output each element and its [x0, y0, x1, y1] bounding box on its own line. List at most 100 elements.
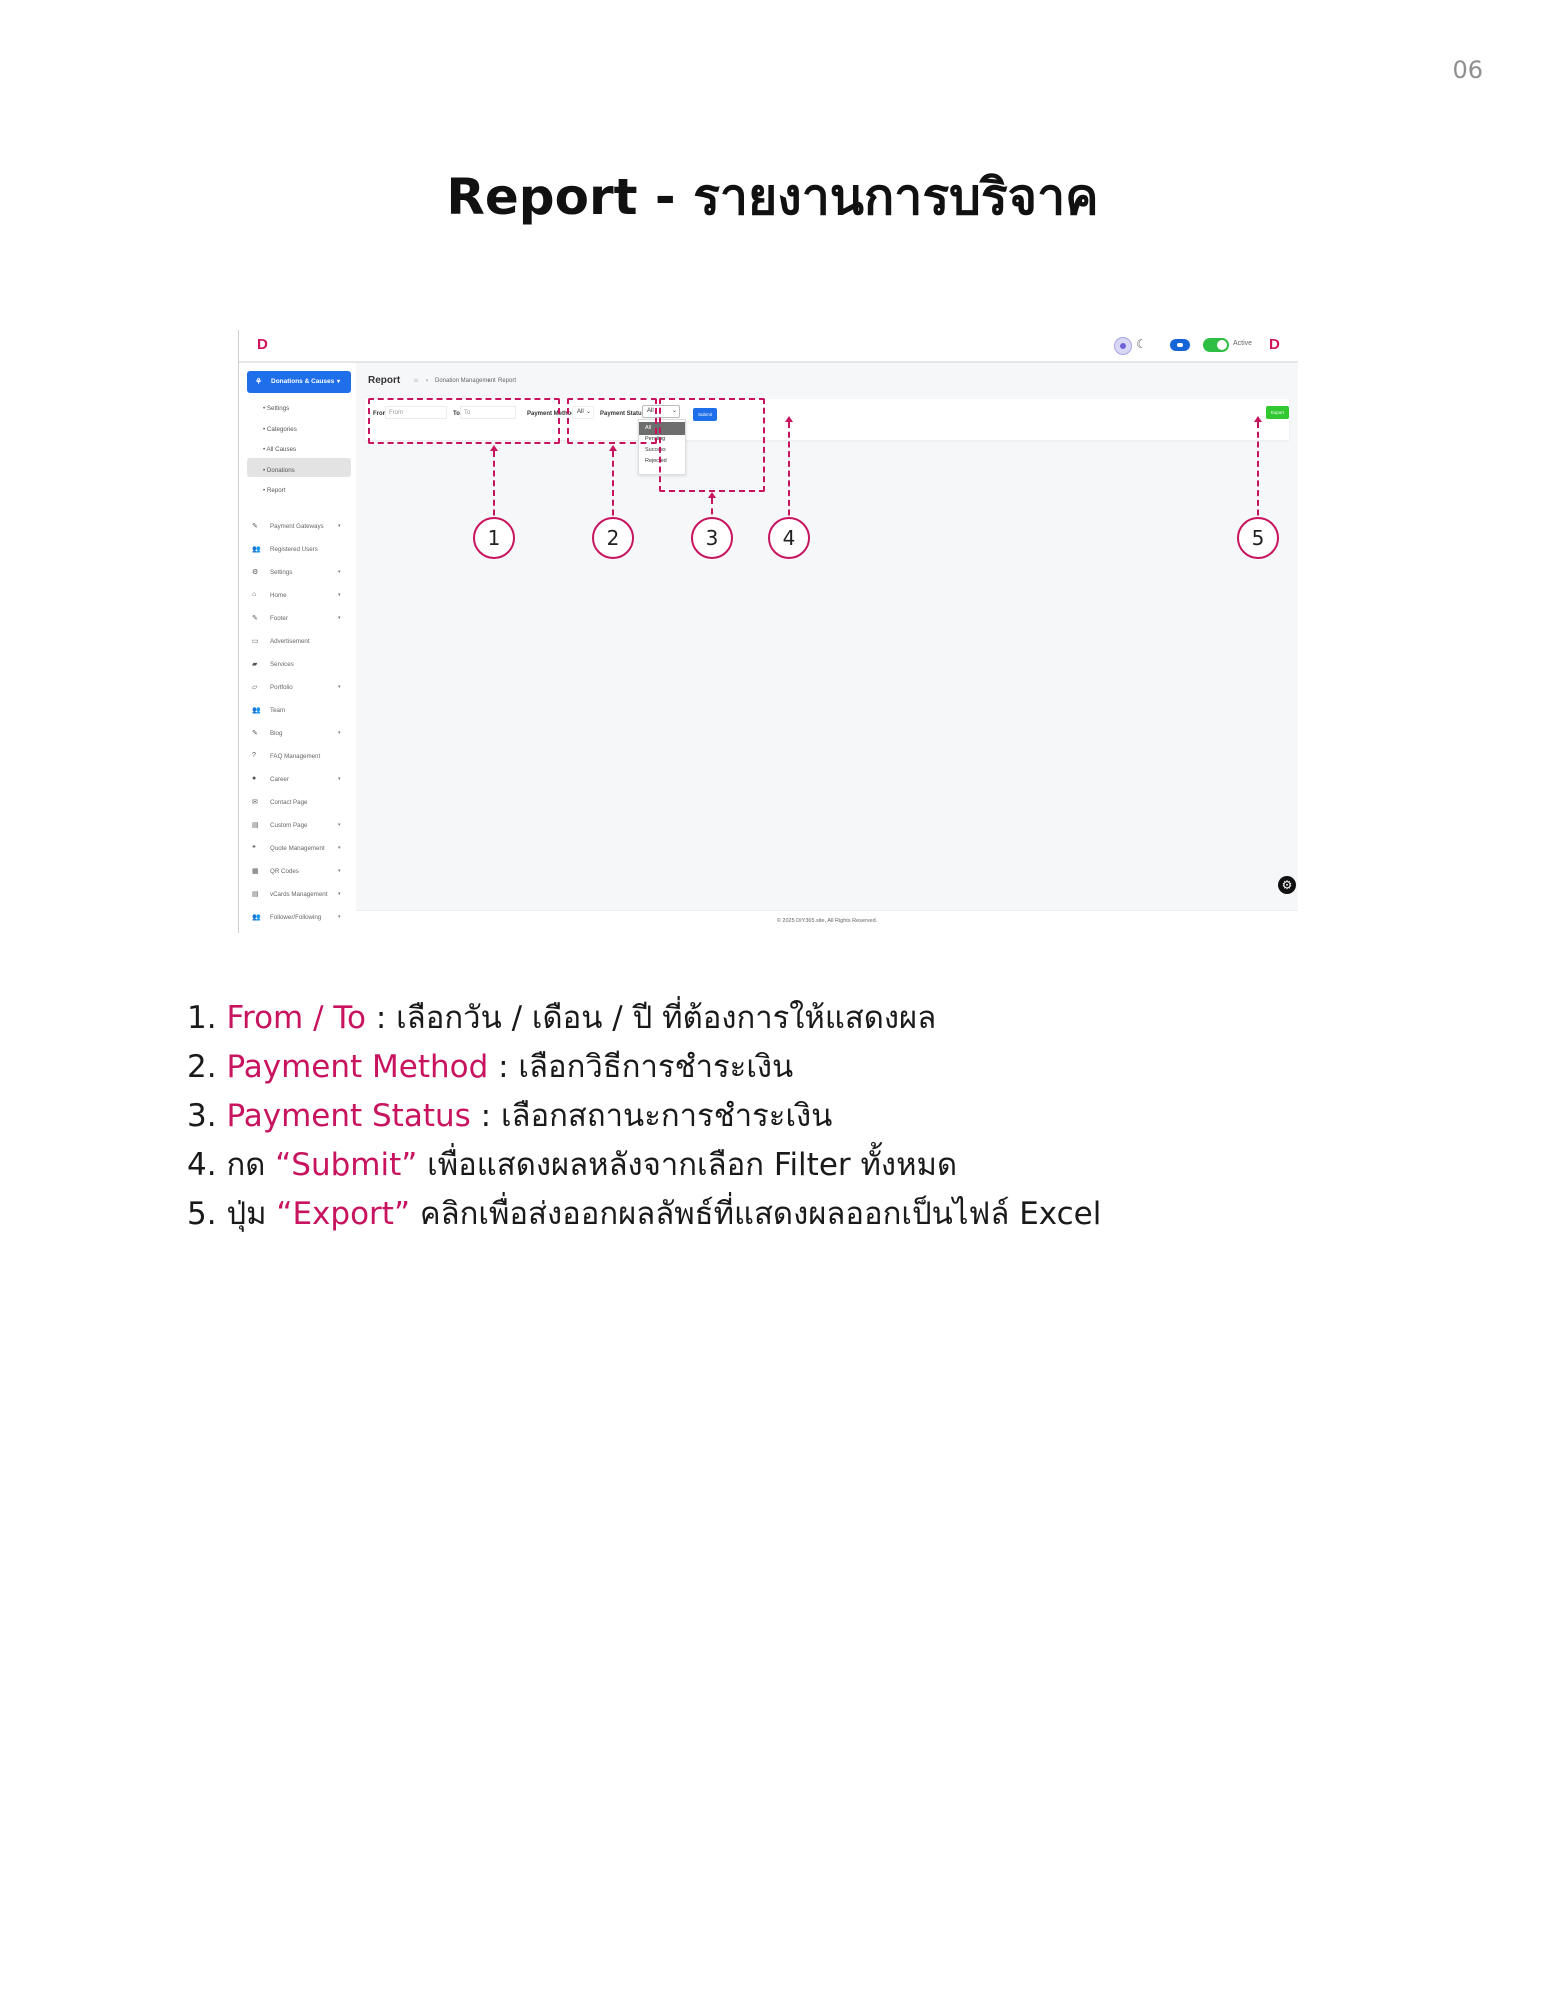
highlight-box-payment-status [659, 398, 765, 492]
chevron-down-icon: ▾ [338, 523, 341, 529]
chevron-down-icon: ▾ [337, 379, 341, 385]
chevron-down-icon: ▾ [338, 684, 341, 690]
instruction-keyword: Payment Status [226, 1098, 471, 1134]
submenu-item-all-causes[interactable]: • All Causes [263, 446, 296, 453]
sidebar-item-label: Settings [270, 569, 293, 576]
instruction-text: : เลือกวิธีการชำระเงิน [488, 1049, 794, 1085]
settings-gear-icon[interactable]: ⚙ [1278, 876, 1296, 894]
theme-color-icon[interactable] [1114, 337, 1132, 355]
sidebar-item-label: Registered Users [270, 546, 318, 553]
callout-number-3: 3 [691, 517, 733, 559]
view-site-icon[interactable] [1170, 339, 1190, 351]
copyright-text: © 2025 DIY365.site, All Rights Reserved. [776, 918, 878, 924]
sidebar-item-label: Team [270, 707, 286, 714]
donation-hand-icon: ⚘ [255, 377, 263, 386]
sidebar-item-services[interactable]: ▰ Services [239, 659, 356, 673]
submenu-item-settings[interactable]: • Settings [263, 405, 289, 412]
breadcrumb-donation-management[interactable]: Donation Management [435, 378, 496, 384]
admin-footer: © 2025 DIY365.site, All Rights Reserved. [356, 910, 1298, 933]
sidebar-menu-icon: ● [252, 775, 257, 782]
sidebar-item-donations-causes[interactable]: ⚘ Donations & Causes ▾ [247, 371, 351, 393]
sidebar-item-advertisement[interactable]: ▭ Advertisement [239, 636, 356, 650]
sidebar-item-label: Payment Gateways [270, 523, 324, 530]
user-avatar-logo[interactable]: D [1269, 336, 1280, 353]
instruction-keyword: From / To [226, 1000, 367, 1036]
sidebar-item-settings[interactable]: ⚙ Settings ▾ [239, 567, 356, 581]
sidebar-item-label: vCards Management [270, 891, 328, 898]
home-icon[interactable]: ⌂ [414, 378, 418, 384]
sidebar-item-label: Blog [270, 730, 283, 737]
sidebar-item-label: Footer [270, 615, 288, 622]
sidebar-item-contact-page[interactable]: ✉ Contact Page [239, 797, 356, 811]
sidebar-item-label: QR Codes [270, 868, 299, 875]
sidebar-item-home[interactable]: ⌂ Home ▾ [239, 590, 356, 604]
sidebar-item-label: Services [270, 661, 294, 668]
instruction-item: 2. Payment Method : เลือกวิธีการชำระเงิน [187, 1041, 1387, 1090]
sidebar-item-team[interactable]: 👥 Team [239, 705, 356, 719]
sidebar-item-label: Advertisement [270, 638, 310, 645]
sidebar-item-follower-following[interactable]: 👥 Follower/Following ▾ [239, 912, 356, 926]
chevron-down-icon: ▾ [338, 730, 341, 736]
sidebar-item-label: Follower/Following [270, 914, 322, 921]
sidebar-item-portfolio[interactable]: ▱ Portfolio ▾ [239, 682, 356, 696]
sidebar-menu-icon: ⚙ [252, 569, 259, 576]
instruction-keyword: “Submit” [275, 1147, 418, 1183]
sidebar-item-qr-codes[interactable]: ▦ QR Codes ▾ [239, 866, 356, 880]
sidebar-item-label: FAQ Management [270, 753, 321, 760]
sidebar-item-footer[interactable]: ✎ Footer ▾ [239, 613, 356, 627]
instruction-item: 5. ปุ่ม “Export” คลิกเพื่อส่งออกผลลัพธ์ท… [187, 1188, 1387, 1237]
sidebar-item-label: Donations & Causes [271, 378, 335, 385]
sidebar-item-career[interactable]: ● Career ▾ [239, 774, 356, 788]
breadcrumb-report: Report [498, 378, 517, 384]
sidebar: ⚘ Donations & Causes ▾ • Settings • Categ… [239, 363, 356, 933]
instruction-number: 1. [187, 1000, 217, 1036]
sidebar-item-registered-users[interactable]: 👥 Registered Users [239, 544, 356, 558]
sidebar-item-label: Home [270, 592, 287, 599]
sidebar-menu-icon: ✎ [252, 523, 258, 530]
sidebar-menu-icon: 👥 [252, 546, 261, 553]
sidebar-menu-icon: ❝ [252, 845, 256, 852]
instruction-prefix: กด [226, 1147, 276, 1183]
sidebar-item-vcards-management[interactable]: ▤ vCards Management ▾ [239, 889, 356, 903]
chevron-down-icon: ▾ [338, 776, 341, 782]
page-number: 06 [1452, 56, 1483, 84]
sidebar-menu-icon: ▦ [252, 868, 259, 875]
highlight-box-date-range [368, 398, 560, 444]
report-screenshot: D ☾ Active D ⚘ Donations & Causes ▾ • Se… [238, 330, 1298, 933]
breadcrumb-separator: › [426, 378, 428, 384]
sidebar-item-quote-management[interactable]: ❝ Quote Management ▾ [239, 843, 356, 857]
sidebar-item-label: Portfolio [270, 684, 293, 691]
sidebar-menu-icon: ▤ [252, 891, 259, 898]
instruction-item: 4. กด “Submit” เพื่อแสดงผลหลังจากเลือก F… [187, 1139, 1387, 1188]
arrowhead-4 [785, 416, 793, 422]
sidebar-menu-icon: ? [252, 752, 256, 759]
sidebar-menu-icon: 👥 [252, 914, 261, 921]
status-toggle[interactable] [1203, 338, 1229, 352]
chevron-down-icon: ▾ [338, 914, 341, 920]
admin-topbar: D ☾ Active D [239, 330, 1298, 363]
breadcrumb-separator: › [488, 378, 490, 384]
sidebar-item-payment-gateways[interactable]: ✎ Payment Gateways ▾ [239, 521, 356, 535]
sidebar-menu-icon: 👥 [252, 707, 261, 714]
sidebar-item-label: Custom Page [270, 822, 308, 829]
instruction-text: คลิกเพื่อส่งออกผลลัพธ์ที่แสดงผลออกเป็นไฟ… [410, 1196, 1102, 1232]
chevron-down-icon: ▾ [338, 615, 341, 621]
sidebar-item-custom-page[interactable]: ▤ Custom Page ▾ [239, 820, 356, 834]
highlight-box-payment-method [567, 398, 657, 444]
sidebar-item-blog[interactable]: ✎ Blog ▾ [239, 728, 356, 742]
submenu-item-donations[interactable]: • Donations [263, 467, 295, 474]
export-button[interactable]: Export [1266, 406, 1289, 419]
submenu-item-categories[interactable]: • Categories [263, 426, 297, 433]
instruction-number: 3. [187, 1098, 217, 1134]
submenu-item-report[interactable]: • Report [263, 487, 285, 494]
chevron-down-icon: ▾ [338, 569, 341, 575]
instruction-item: 3. Payment Status : เลือกสถานะการชำระเงิ… [187, 1090, 1387, 1139]
brand-logo[interactable]: D [257, 336, 268, 353]
callout-number-2: 2 [592, 517, 634, 559]
instruction-keyword: “Export” [276, 1196, 411, 1232]
dark-mode-icon[interactable]: ☾ [1136, 337, 1147, 351]
sidebar-item-faq-management[interactable]: ? FAQ Management [239, 751, 356, 765]
chevron-down-icon: ▾ [338, 868, 341, 874]
chevron-down-icon: ▾ [338, 891, 341, 897]
sidebar-item-label: Contact Page [270, 799, 308, 806]
